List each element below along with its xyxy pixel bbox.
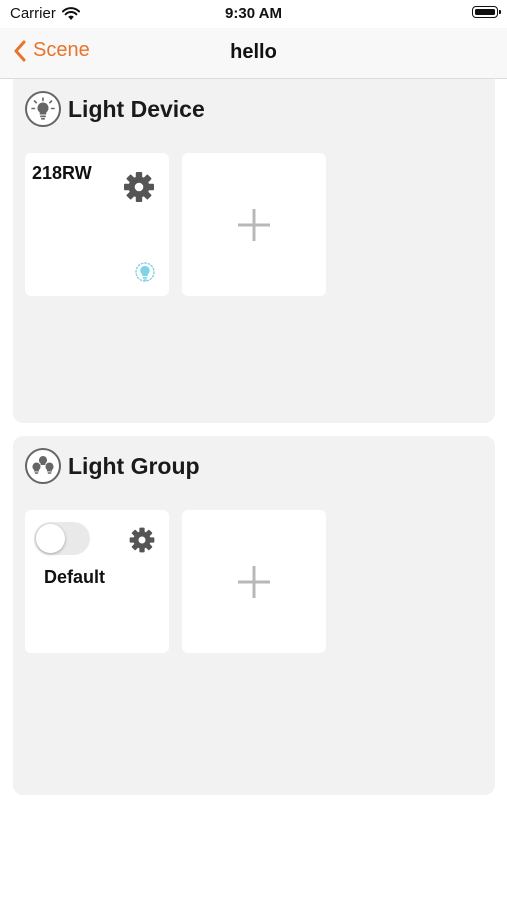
device-card[interactable]: 218RW [25,153,169,296]
page-title: hello [230,41,277,63]
device-name: 218RW [32,163,92,183]
light-device-header: Light Device [25,91,205,127]
light-device-title: Light Device [68,95,205,122]
plus-icon [238,208,270,241]
plus-icon [238,565,270,598]
light-group-header: Light Group [25,448,200,484]
light-bulb-icon [25,91,61,127]
light-device-panel: Light Device 218RW [13,79,495,423]
status-time: 9:30 AM [225,5,282,22]
light-group-title: Light Group [68,452,200,479]
group-card[interactable]: Default [25,510,169,653]
group-power-toggle[interactable] [34,522,90,555]
settings-gear-icon[interactable] [128,526,156,554]
toggle-knob [36,524,65,553]
add-group-button[interactable] [182,510,326,653]
status-bar: Carrier 9:30 AM [0,0,507,28]
add-device-button[interactable] [182,153,326,296]
navigation-bar: Scene hello [0,28,507,79]
group-name: Default [44,567,106,587]
battery-icon [472,6,501,18]
light-group-panel: Light Group Default [13,436,495,795]
light-group-icon [25,448,61,484]
light-status-icon [135,262,155,282]
settings-gear-icon[interactable] [122,170,156,204]
